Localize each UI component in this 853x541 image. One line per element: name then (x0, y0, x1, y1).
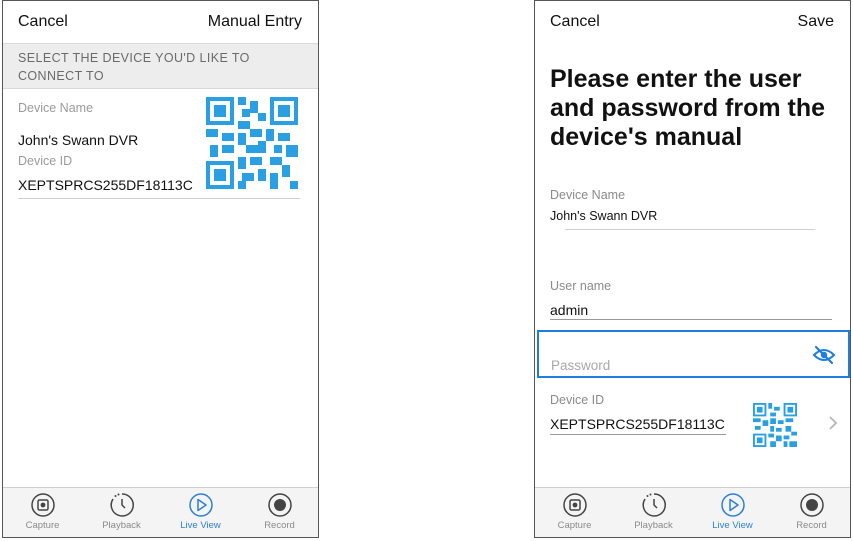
tab-label: Playback (634, 520, 673, 531)
device-name-value: John's Swann DVR (18, 132, 139, 148)
device-name-field[interactable]: John's Swann DVR (550, 209, 657, 223)
live-view-icon (188, 493, 213, 517)
qr-scan-icon[interactable] (753, 403, 797, 447)
qr-code-icon (206, 97, 298, 189)
device-id-label: Device ID (550, 393, 605, 407)
tab-bar: Capture Playback Live View Record (535, 487, 850, 537)
cancel-button[interactable]: Cancel (550, 13, 600, 31)
username-field[interactable]: admin (550, 302, 588, 318)
section-header-text: SELECT THE DEVICE YOU'D LIKE TO CONNECT … (18, 51, 250, 83)
device-id-label: Device ID (18, 154, 73, 168)
manual-entry-screen: Cancel Save Please enter the user and pa… (534, 0, 851, 538)
playback-icon (110, 493, 134, 517)
tab-record[interactable]: Record (240, 492, 318, 537)
device-select-screen: Cancel Manual Entry SELECT THE DEVICE YO… (2, 0, 319, 538)
tab-capture[interactable]: Capture (3, 492, 82, 537)
capture-icon (562, 493, 587, 517)
chevron-right-icon[interactable] (828, 415, 838, 431)
tab-record[interactable]: Record (772, 492, 850, 537)
device-name-underline (565, 229, 815, 230)
tab-label: Playback (102, 520, 141, 531)
live-view-icon (720, 493, 745, 517)
tab-label: Live View (712, 520, 753, 531)
top-bar: Cancel Manual Entry (3, 1, 318, 43)
device-id-field[interactable]: XEPTSPRCS255DF18113C (550, 416, 725, 432)
capture-icon (30, 493, 55, 517)
tab-live-view[interactable]: Live View (693, 492, 772, 537)
device-name-label: Device Name (550, 188, 626, 202)
eye-off-icon[interactable] (812, 345, 836, 365)
tab-label: Record (264, 520, 295, 531)
tab-capture[interactable]: Capture (535, 492, 614, 537)
record-icon (267, 493, 292, 517)
device-name-label: Device Name (18, 101, 94, 115)
page-title: Please enter the user and password from … (550, 65, 826, 151)
device-id-value: XEPTSPRCS255DF18113C (18, 177, 193, 193)
playback-icon (642, 493, 666, 517)
password-field[interactable]: Password (537, 330, 850, 378)
username-underline (550, 319, 832, 320)
tab-bar: Capture Playback Live View Record (3, 487, 318, 537)
tab-label: Capture (25, 520, 60, 531)
device-list-item[interactable]: Device Name John's Swann DVR Device ID X… (18, 89, 300, 199)
top-bar: Cancel Save (535, 1, 850, 43)
tab-label: Capture (557, 520, 592, 531)
save-button[interactable]: Save (798, 13, 834, 31)
cancel-button[interactable]: Cancel (18, 13, 68, 31)
tab-playback[interactable]: Playback (82, 492, 161, 537)
record-icon (799, 493, 824, 517)
section-header: SELECT THE DEVICE YOU'D LIKE TO CONNECT … (3, 43, 318, 89)
device-id-underline (550, 434, 726, 435)
password-placeholder: Password (551, 358, 611, 373)
tab-playback[interactable]: Playback (614, 492, 693, 537)
tab-label: Live View (180, 520, 221, 531)
manual-entry-button[interactable]: Manual Entry (208, 13, 302, 31)
tab-live-view[interactable]: Live View (161, 492, 240, 537)
tab-label: Record (796, 520, 827, 531)
username-label: User name (550, 279, 612, 293)
